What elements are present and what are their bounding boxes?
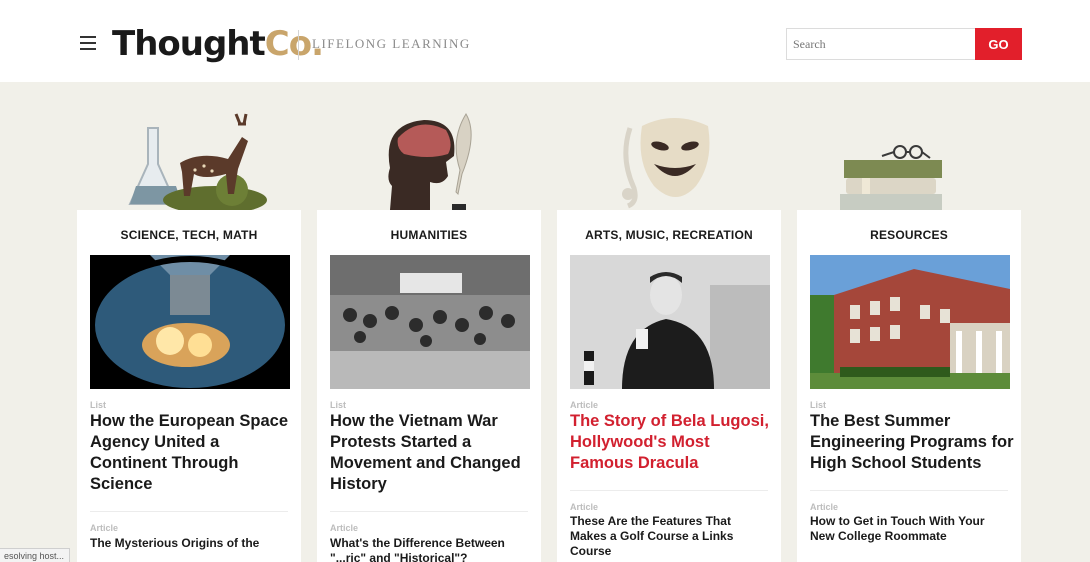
category-card-resources: RESOURCES List The Best Summer Engineeri… <box>797 210 1021 562</box>
logo-divider <box>298 30 299 60</box>
card-title-link[interactable]: How the European Space Agency United a C… <box>90 411 295 495</box>
card-type-label: List <box>810 400 827 410</box>
card-subtype-label: Article <box>810 502 839 512</box>
category-label[interactable]: HUMANITIES <box>317 228 541 244</box>
card-subtype-label: Article <box>330 523 359 533</box>
card-type-label: List <box>330 400 347 410</box>
card-title-link[interactable]: The Story of Bela Lugosi, Hollywood's Mo… <box>570 411 775 474</box>
resources-books-illustration-icon <box>840 145 942 214</box>
card-title-link[interactable]: The Best Summer Engineering Programs for… <box>810 411 1015 474</box>
logo-main-text: Thought <box>112 24 266 64</box>
card-sub-link[interactable]: What's the Difference Between "...ric" a… <box>330 536 530 562</box>
browser-status-bar: esolving host... <box>0 548 70 562</box>
menu-icon[interactable] <box>80 36 96 50</box>
article-image[interactable] <box>810 255 1010 389</box>
arts-mask-illustration-icon <box>622 118 710 209</box>
category-label[interactable]: ARTS, MUSIC, RECREATION <box>557 228 781 244</box>
card-sub-link[interactable]: These Are the Features That Makes a Golf… <box>570 514 770 559</box>
card-divider <box>810 490 1008 491</box>
humanities-illustration-icon <box>388 113 472 214</box>
category-card-humanities: HUMANITIES List How the Vietnam War Prot… <box>317 210 541 562</box>
category-card-science: SCIENCE, TECH, MATH List How the Europea… <box>77 210 301 562</box>
card-divider <box>330 511 528 512</box>
search-go-button[interactable]: GO <box>975 28 1022 60</box>
site-header: ThoughtCo. LIFELONG LEARNING GO <box>0 0 1090 82</box>
science-illustration-icon <box>128 113 267 214</box>
article-image[interactable] <box>570 255 770 389</box>
card-sub-link[interactable]: The Mysterious Origins of the <box>90 536 290 551</box>
card-divider <box>570 490 768 491</box>
card-sub-link[interactable]: How to Get in Touch With Your New Colleg… <box>810 514 1010 544</box>
article-image[interactable] <box>90 255 290 389</box>
category-label[interactable]: SCIENCE, TECH, MATH <box>77 228 301 244</box>
card-divider <box>90 511 288 512</box>
tagline: LIFELONG LEARNING <box>312 36 471 51</box>
card-type-label: Article <box>570 400 599 410</box>
search-input[interactable] <box>786 28 978 60</box>
site-logo[interactable]: ThoughtCo. <box>112 22 324 66</box>
card-title-link[interactable]: How the Vietnam War Protests Started a M… <box>330 411 535 495</box>
card-subtype-label: Article <box>570 502 599 512</box>
card-type-label: List <box>90 400 107 410</box>
card-subtype-label: Article <box>90 523 119 533</box>
article-image[interactable] <box>330 255 530 389</box>
category-label[interactable]: RESOURCES <box>797 228 1021 244</box>
category-card-arts: ARTS, MUSIC, RECREATION Article The Stor… <box>557 210 781 562</box>
